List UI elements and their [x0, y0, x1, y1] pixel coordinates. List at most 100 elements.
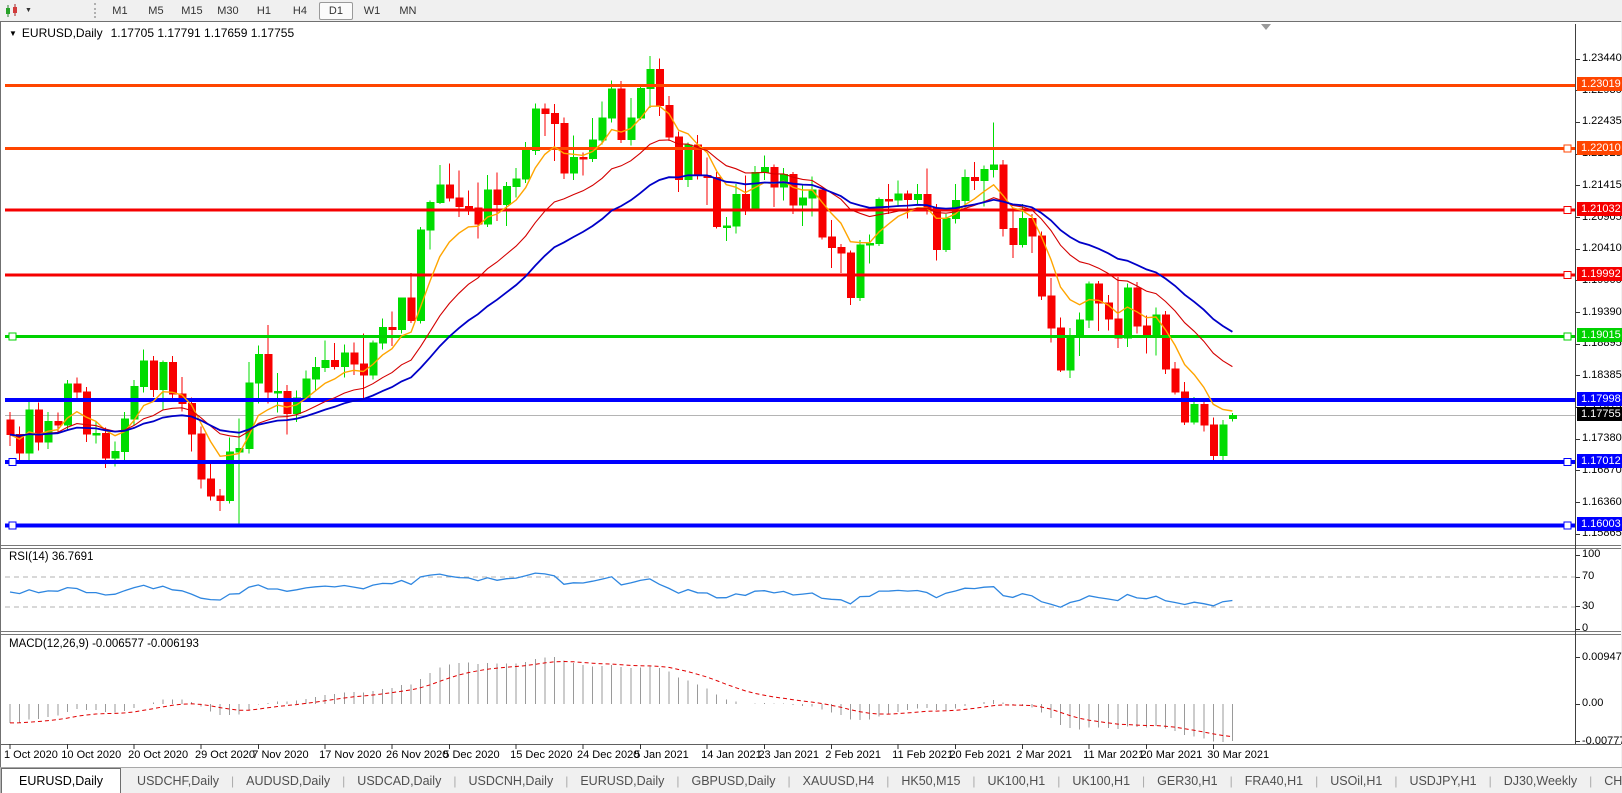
symbol-tab-usdcnh-daily[interactable]: USDCNH,Daily	[456, 768, 565, 793]
symbol-tab-ger30-h1[interactable]: GER30,H1	[1145, 768, 1229, 793]
price-chart-canvas[interactable]	[1, 22, 1621, 768]
date-axis-label: 26 Nov 2020	[386, 749, 448, 761]
symbol-tab-usdcad-daily[interactable]: USDCAD,Daily	[345, 768, 453, 793]
timeframe-button-h4[interactable]: H4	[283, 2, 317, 20]
date-axis-label: 23 Jan 2021	[758, 749, 819, 761]
date-axis-label: 1 Oct 2020	[4, 749, 58, 761]
rsi-axis-tick: 70	[1582, 570, 1594, 582]
price-axis-tick: 1.22435	[1582, 115, 1622, 127]
price-line-label: 1.21032	[1577, 202, 1622, 216]
price-axis-tick: 1.17380	[1582, 432, 1622, 444]
symbol-tabs: EURUSD,DailyUSDCHF,Daily|AUDUSD,Daily|US…	[1, 768, 1622, 793]
candles-layer	[7, 56, 1236, 524]
date-axis-label: 2 Mar 2021	[1016, 749, 1072, 761]
chart-shift-marker[interactable]	[1261, 24, 1271, 30]
timeframe-buttons: M1M5M15M30H1H4D1W1MN	[102, 0, 426, 21]
date-axis-label: 30 Mar 2021	[1207, 749, 1269, 761]
symbol-tab-eurusd-daily[interactable]: EURUSD,Daily	[568, 768, 676, 793]
chart-tab-bar: EURUSD,DailyUSDCHF,Daily|AUDUSD,Daily|US…	[0, 767, 1622, 793]
symbol-tab-xauusd-h4[interactable]: XAUUSD,H4	[791, 768, 887, 793]
symbol-tab-eurusd-daily[interactable]: EURUSD,Daily	[1, 768, 121, 793]
toolbar-grip	[94, 3, 96, 18]
price-axis-tick-mark	[1576, 122, 1580, 123]
horizontal-lines-layer	[5, 85, 1575, 528]
date-axis-label: 2 Feb 2021	[825, 749, 881, 761]
price-axis-tick-mark	[1576, 59, 1580, 60]
macd-axis-tick: 0.00	[1582, 697, 1603, 709]
macd-histogram	[10, 657, 1232, 742]
chart-menu-icon[interactable]: ▼	[9, 29, 17, 38]
chevron-down-icon[interactable]: ▼	[25, 7, 32, 14]
current-price-label: 1.17755	[1577, 407, 1622, 421]
timeframe-button-m5[interactable]: M5	[139, 2, 173, 20]
date-axis-label: 15 Dec 2020	[510, 749, 572, 761]
price-axis-tick: 1.23440	[1582, 52, 1622, 64]
rsi-axis-tick-mark	[1576, 606, 1580, 607]
price-line-label: 1.19015	[1577, 328, 1622, 342]
price-line-label: 1.19992	[1577, 267, 1622, 281]
price-axis-tick-mark	[1576, 439, 1580, 440]
price-axis-tick: 1.16360	[1582, 496, 1622, 508]
date-axis-label: 20 Feb 2021	[949, 749, 1011, 761]
timeframe-button-mn[interactable]: MN	[391, 2, 425, 20]
macd-axis-tick: 0.009478	[1582, 651, 1622, 663]
price-axis-tick-mark	[1576, 470, 1580, 471]
price-axis-tick: 1.20410	[1582, 242, 1622, 254]
timeframe-button-m15[interactable]: M15	[175, 2, 209, 20]
date-axis-label: 20 Mar 2021	[1140, 749, 1202, 761]
price-axis-tick: 1.18385	[1582, 369, 1622, 381]
macd-axis-tick: -0.007773	[1582, 735, 1622, 747]
price-line-label: 1.16003	[1577, 517, 1622, 531]
price-axis-tick-mark	[1576, 312, 1580, 313]
timeframe-button-m1[interactable]: M1	[103, 2, 137, 20]
rsi-axis-tick: 0	[1582, 622, 1588, 634]
chart-ohlc-values: 1.17705 1.17791 1.17659 1.17755	[111, 26, 295, 40]
date-axis-label: 5 Dec 2020	[443, 749, 499, 761]
symbol-tab-usdchf-daily[interactable]: USDCHF,Daily	[125, 768, 231, 793]
rsi-axis-tick: 100	[1582, 548, 1600, 560]
date-axis-label: 17 Nov 2020	[319, 749, 381, 761]
date-axis-label: 11 Mar 2021	[1083, 749, 1144, 761]
date-axis-label: 24 Dec 2020	[577, 749, 639, 761]
rsi-axis-tick: 30	[1582, 600, 1594, 612]
symbol-tab-china300-h1[interactable]: CHINA300,H1	[1592, 768, 1622, 793]
chart-symbol-period: EURUSD,Daily	[22, 26, 103, 40]
symbol-tab-gbpusd-daily[interactable]: GBPUSD,Daily	[680, 768, 788, 793]
symbol-tab-usdjpy-h1[interactable]: USDJPY,H1	[1397, 768, 1488, 793]
macd-indicator-label: MACD(12,26,9) -0.006577 -0.006193	[9, 638, 199, 650]
price-line-label: 1.17012	[1577, 454, 1622, 468]
candlestick-glyph	[5, 4, 21, 18]
price-axis-tick-mark	[1576, 249, 1580, 250]
timeframe-button-h1[interactable]: H1	[247, 2, 281, 20]
macd-axis-tick-mark	[1576, 704, 1580, 705]
date-axis-label: 20 Oct 2020	[128, 749, 188, 761]
price-axis-tick: 1.21415	[1582, 179, 1622, 191]
macd-axis-tick-mark	[1576, 657, 1580, 658]
chart-window: 1.234401.229301.224351.219251.214151.209…	[0, 21, 1621, 769]
symbol-tab-uk100-h1[interactable]: UK100,H1	[1060, 768, 1142, 793]
symbol-tab-usoil-h1[interactable]: USOil,H1	[1318, 768, 1394, 793]
date-axis-label: 10 Oct 2020	[61, 749, 121, 761]
rsi-line	[10, 573, 1232, 607]
price-line-label: 1.23019	[1577, 77, 1622, 91]
symbol-tab-fra40-h1[interactable]: FRA40,H1	[1233, 768, 1315, 793]
price-line-label: 1.22010	[1577, 141, 1622, 155]
timeframe-button-d1[interactable]: D1	[319, 2, 353, 20]
chart-title: ▼ EURUSD,Daily 1.17705 1.17791 1.17659 1.1…	[9, 26, 294, 40]
chart-tools-icon[interactable]	[3, 3, 23, 19]
symbol-tab-hk50-m15[interactable]: HK50,M15	[889, 768, 972, 793]
timeframe-button-w1[interactable]: W1	[355, 2, 389, 20]
symbol-tab-audusd-daily[interactable]: AUDUSD,Daily	[234, 768, 342, 793]
symbol-tab-uk100-h1[interactable]: UK100,H1	[976, 768, 1058, 793]
symbol-tab-dj30-weekly[interactable]: DJ30,Weekly	[1492, 768, 1589, 793]
top-toolbar: ▼ M1M5M15M30H1H4D1W1MN	[0, 0, 1622, 22]
rsi-axis-tick-mark	[1576, 629, 1580, 630]
rsi-axis-tick-mark	[1576, 577, 1580, 578]
date-axis-label: 5 Jan 2021	[634, 749, 688, 761]
date-axis-label: 11 Feb 2021	[892, 749, 953, 761]
price-axis-tick-mark	[1576, 534, 1580, 535]
price-axis-tick-mark	[1576, 344, 1580, 345]
timeframe-button-m30[interactable]: M30	[211, 2, 245, 20]
price-axis-tick-mark	[1576, 502, 1580, 503]
rsi-axis-tick-mark	[1576, 555, 1580, 556]
